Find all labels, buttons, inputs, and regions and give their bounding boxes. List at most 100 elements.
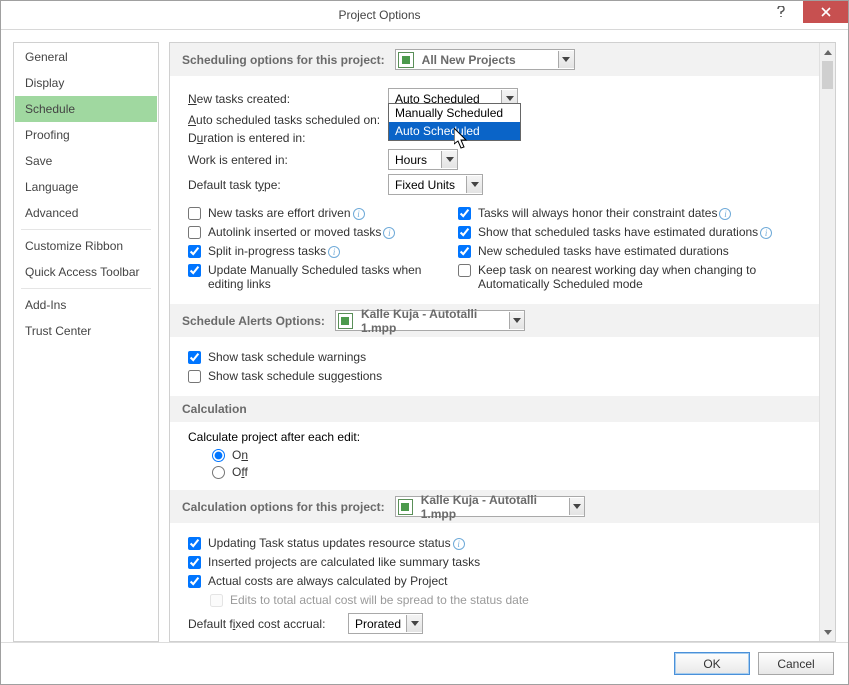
cancel-button[interactable]: Cancel <box>758 652 834 675</box>
chk-show-suggestions[interactable]: Show task schedule suggestions <box>188 369 801 383</box>
chk-honor-constraint[interactable]: Tasks will always honor their constraint… <box>458 206 801 220</box>
chk-keep-nearest-label: Keep task on nearest working day when ch… <box>478 263 801 291</box>
scroll-thumb[interactable] <box>822 61 833 89</box>
chk-edits-spread: Edits to total actual cost will be sprea… <box>210 593 801 607</box>
section-title: Scheduling options for this project: <box>182 53 385 67</box>
scheduling-project-selector[interactable]: All New Projects <box>395 49 575 70</box>
info-icon: i <box>383 227 395 239</box>
scroll-up-icon[interactable] <box>820 43 835 60</box>
dropdown-option-manually[interactable]: Manually Scheduled <box>389 104 520 122</box>
scheduling-project-value: All New Projects <box>418 53 520 67</box>
chk-show-estimated[interactable]: Show that scheduled tasks have estimated… <box>458 225 801 239</box>
sidebar-item-proofing[interactable]: Proofing <box>15 122 157 148</box>
calculation-body: Calculate project after each edit: On Of… <box>170 422 819 490</box>
chk-split[interactable]: Split in-progress tasksi <box>188 244 428 258</box>
calculate-after-edit-label: Calculate project after each edit: <box>188 430 801 444</box>
schedule-alerts-body: Show task schedule warnings Show task sc… <box>170 337 819 396</box>
section-title: Calculation options for this project: <box>182 500 385 514</box>
chk-update-manual-label: Update Manually Scheduled tasks when edi… <box>208 263 428 291</box>
sidebar-item-trust-center[interactable]: Trust Center <box>15 318 157 344</box>
chk-show-warnings[interactable]: Show task schedule warnings <box>188 350 801 364</box>
work-combo[interactable]: Hours <box>388 149 458 170</box>
chevron-down-icon <box>569 498 584 515</box>
vertical-scrollbar[interactable] <box>819 43 835 641</box>
dialog-body: General Display Schedule Proofing Save L… <box>1 30 848 642</box>
sidebar-item-language[interactable]: Language <box>15 174 157 200</box>
duration-label: Duration is entered in: <box>188 131 388 145</box>
chk-edits-spread-label: Edits to total actual cost will be sprea… <box>230 593 529 607</box>
chevron-down-icon <box>466 176 482 193</box>
sidebar-separator <box>21 229 151 230</box>
chevron-down-icon <box>558 51 574 68</box>
info-icon: i <box>328 246 340 258</box>
default-task-type-value: Fixed Units <box>391 178 459 192</box>
scroll-down-icon[interactable] <box>820 624 835 641</box>
close-icon <box>821 7 831 17</box>
info-icon: i <box>453 538 465 550</box>
chk-show-warnings-label: Show task schedule warnings <box>208 350 366 364</box>
sidebar-item-general[interactable]: General <box>15 44 157 70</box>
alerts-project-value: Kalle Kuja - Autotalli 1.mpp <box>357 307 509 335</box>
default-task-type-combo[interactable]: Fixed Units <box>388 174 483 195</box>
radio-on[interactable]: On <box>212 448 801 462</box>
sidebar-separator <box>21 288 151 289</box>
help-icon <box>776 6 786 18</box>
new-tasks-dropdown-popup[interactable]: Manually Scheduled Auto Scheduled <box>388 103 521 141</box>
auto-scheduled-on-label: Auto scheduled tasks scheduled on: <box>188 113 388 127</box>
alerts-project-selector[interactable]: Kalle Kuja - Autotalli 1.mpp <box>335 310 525 331</box>
dialog-footer: OK Cancel <box>1 642 848 684</box>
calc-project-selector[interactable]: Kalle Kuja - Autotalli 1.mpp <box>395 496 585 517</box>
chk-show-suggestions-label: Show task schedule suggestions <box>208 369 382 383</box>
sidebar-item-customize-ribbon[interactable]: Customize Ribbon <box>15 233 157 259</box>
default-accrual-combo[interactable]: Prorated <box>348 613 423 634</box>
default-task-type-label: Default task type: <box>188 178 388 192</box>
default-accrual-value: Prorated <box>351 617 405 631</box>
sidebar-item-advanced[interactable]: Advanced <box>15 200 157 226</box>
chk-update-manual[interactable]: Update Manually Scheduled tasks when edi… <box>188 263 428 291</box>
window-title: Project Options <box>1 8 758 22</box>
section-title: Calculation <box>182 402 247 416</box>
chk-effort-driven[interactable]: New tasks are effort driveni <box>188 206 428 220</box>
new-tasks-label: New tasks created: <box>188 92 388 106</box>
default-accrual-label: Default fixed cost accrual: <box>188 617 348 631</box>
section-schedule-alerts: Schedule Alerts Options: Kalle Kuja - Au… <box>170 304 819 337</box>
info-icon: i <box>719 208 731 220</box>
section-calculation: Calculation <box>170 396 819 422</box>
section-calculation-options: Calculation options for this project: Ka… <box>170 490 819 523</box>
sidebar-item-qat[interactable]: Quick Access Toolbar <box>15 259 157 285</box>
sidebar-item-addins[interactable]: Add-Ins <box>15 292 157 318</box>
project-icon <box>398 52 414 68</box>
chk-keep-nearest[interactable]: Keep task on nearest working day when ch… <box>458 263 801 291</box>
chk-inserted-projects[interactable]: Inserted projects are calculated like su… <box>188 555 801 569</box>
project-icon <box>338 313 353 329</box>
sidebar-item-save[interactable]: Save <box>15 148 157 174</box>
work-value: Hours <box>391 153 431 167</box>
info-icon: i <box>760 227 772 239</box>
category-sidebar: General Display Schedule Proofing Save L… <box>13 42 159 642</box>
calc-project-value: Kalle Kuja - Autotalli 1.mpp <box>417 493 569 521</box>
section-title: Schedule Alerts Options: <box>182 314 325 328</box>
chk-new-estimated[interactable]: New scheduled tasks have estimated durat… <box>458 244 801 258</box>
close-button[interactable] <box>803 1 848 23</box>
chk-actual-costs[interactable]: Actual costs are always calculated by Pr… <box>188 574 801 588</box>
info-icon: i <box>353 208 365 220</box>
radio-off[interactable]: Off <box>212 465 801 479</box>
settings-panel: Scheduling options for this project: All… <box>169 42 836 642</box>
chevron-down-icon <box>441 151 457 168</box>
work-label: Work is entered in: <box>188 153 388 167</box>
ok-button[interactable]: OK <box>674 652 750 675</box>
titlebar: Project Options <box>1 1 848 30</box>
dropdown-option-auto[interactable]: Auto Scheduled <box>389 122 520 140</box>
help-button[interactable] <box>758 1 803 23</box>
sidebar-item-schedule[interactable]: Schedule <box>15 96 157 122</box>
sidebar-item-display[interactable]: Display <box>15 70 157 96</box>
chk-autolink[interactable]: Autolink inserted or moved tasksi <box>188 225 428 239</box>
project-icon <box>398 499 413 515</box>
chevron-down-icon <box>406 615 422 632</box>
chk-updating-status[interactable]: Updating Task status updates resource st… <box>188 536 801 550</box>
chk-inserted-projects-label: Inserted projects are calculated like su… <box>208 555 480 569</box>
project-options-window: Project Options General Display Schedule… <box>0 0 849 685</box>
section-scheduling-options: Scheduling options for this project: All… <box>170 43 819 76</box>
calculation-options-body: Updating Task status updates resource st… <box>170 523 819 642</box>
chevron-down-icon <box>509 312 524 329</box>
